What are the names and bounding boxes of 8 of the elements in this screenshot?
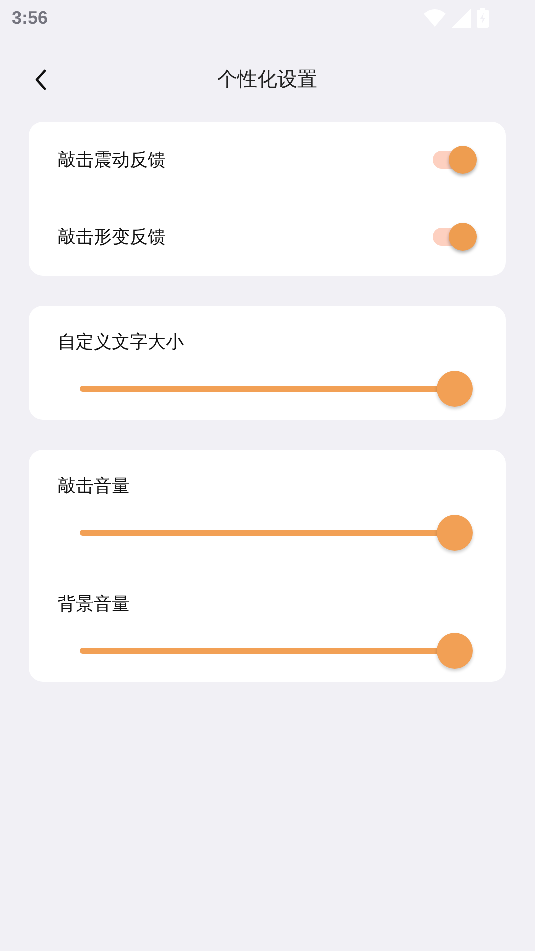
setting-label: 敲击震动反馈	[58, 148, 166, 172]
status-time: 3:56	[12, 8, 48, 28]
page-title: 个性化设置	[218, 66, 318, 92]
setting-label: 敲击形变反馈	[58, 226, 166, 250]
back-icon[interactable]	[34, 69, 48, 91]
setting-label: 背景音量	[58, 594, 130, 615]
setting-label: 自定义文字大小	[58, 332, 184, 353]
setting-label: 敲击音量	[58, 476, 130, 497]
